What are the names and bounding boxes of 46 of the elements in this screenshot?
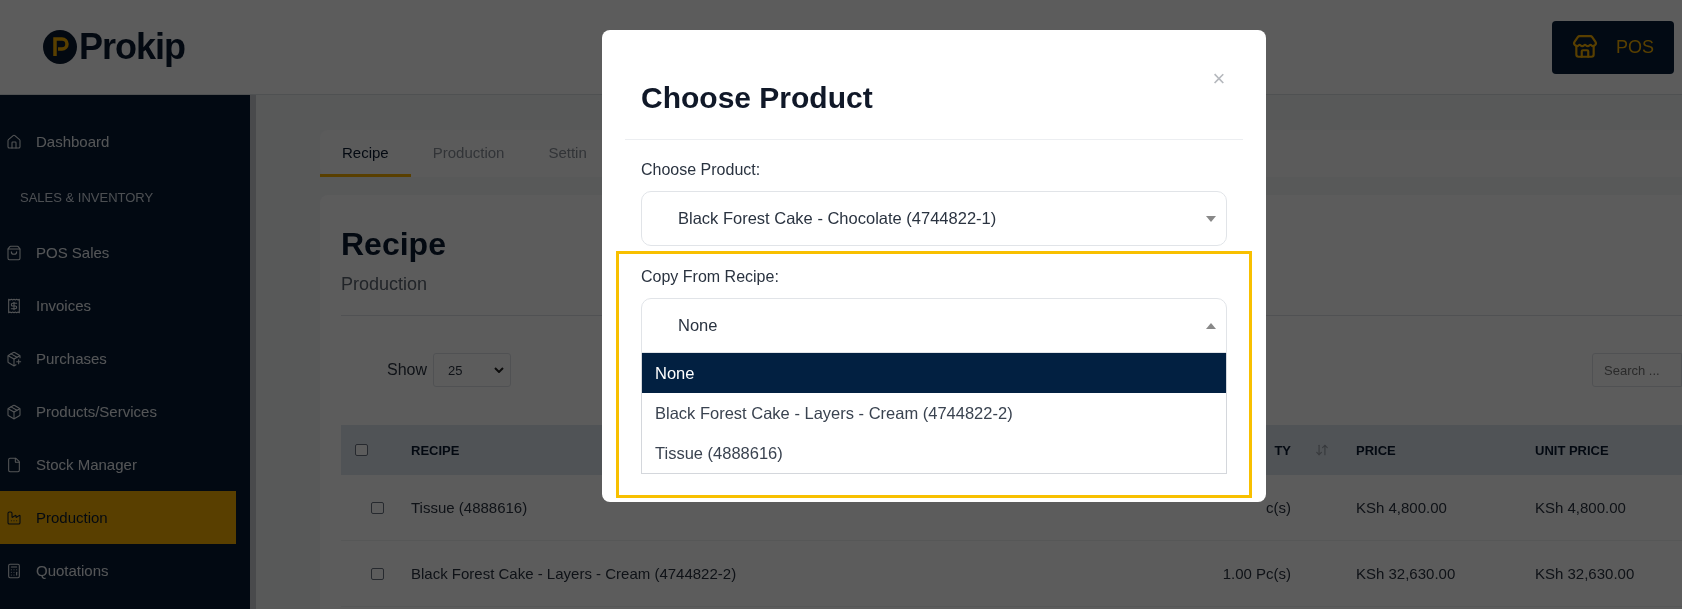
dropdown-option[interactable]: None — [642, 353, 1226, 393]
sidebar-item[interactable]: Stock Manager — [0, 438, 236, 491]
factory-icon — [6, 509, 22, 526]
select-field[interactable]: None — [641, 298, 1227, 353]
store-icon — [1572, 34, 1598, 60]
box-plus-icon — [6, 350, 22, 367]
sidebar-item[interactable]: Invoices — [0, 279, 236, 332]
field-label: Copy From Recipe: — [641, 267, 780, 287]
bag-icon — [6, 244, 22, 261]
logo-icon — [43, 30, 77, 64]
pos-button[interactable]: POS — [1552, 20, 1674, 74]
chevron-icon — [494, 367, 505, 373]
table-cell: 1.00 Pc(s) — [1160, 541, 1295, 607]
logo-text: Prokip — [79, 26, 186, 68]
sort-icon[interactable] — [1315, 443, 1329, 457]
checkbox[interactable] — [355, 444, 368, 456]
sidebar-item[interactable]: Quotations — [0, 544, 236, 597]
page-size-select[interactable]: 25 — [433, 353, 512, 387]
close-button[interactable]: × — [1211, 68, 1227, 90]
sidebar-item[interactable]: Products/Services — [0, 385, 236, 438]
page-subtitle: Production — [341, 273, 428, 295]
calculator-icon — [6, 562, 22, 579]
box-icon — [6, 403, 22, 420]
column-header: UNIT PRICE — [1519, 425, 1682, 475]
modal-title: Choose Product — [641, 81, 873, 115]
column-header: PRICE — [1340, 425, 1519, 475]
table-cell: KSh 32,630.00 — [1340, 541, 1519, 607]
house-icon — [6, 133, 22, 150]
sidebar-item[interactable]: POS Sales — [0, 226, 236, 279]
receipt-icon — [6, 297, 22, 314]
show-label: Show — [387, 361, 428, 379]
tab[interactable]: Recipe — [320, 130, 411, 177]
sidebar-item[interactable]: Dashboard — [0, 115, 236, 168]
sidebar-item[interactable]: Purchases — [0, 332, 236, 385]
table-cell: KSh 32,630.00 — [1519, 541, 1682, 607]
section-label: SALES & INVENTORY — [19, 188, 155, 207]
sidebar-item[interactable]: Production — [0, 491, 236, 544]
page-title: Recipe — [341, 225, 447, 264]
checkbox[interactable] — [371, 501, 384, 514]
checkbox[interactable] — [371, 567, 384, 580]
table-cell: Black Forest Cake - Layers - Cream (4744822-2) — [395, 541, 1160, 607]
document-icon — [6, 456, 22, 473]
field-label: Choose Product: — [641, 160, 762, 180]
table-cell: KSh 4,800.00 — [1519, 475, 1682, 541]
select-field[interactable]: Black Forest Cake - Chocolate (4744822-1) — [641, 191, 1227, 246]
table-cell: KSh 4,800.00 — [1340, 475, 1519, 541]
